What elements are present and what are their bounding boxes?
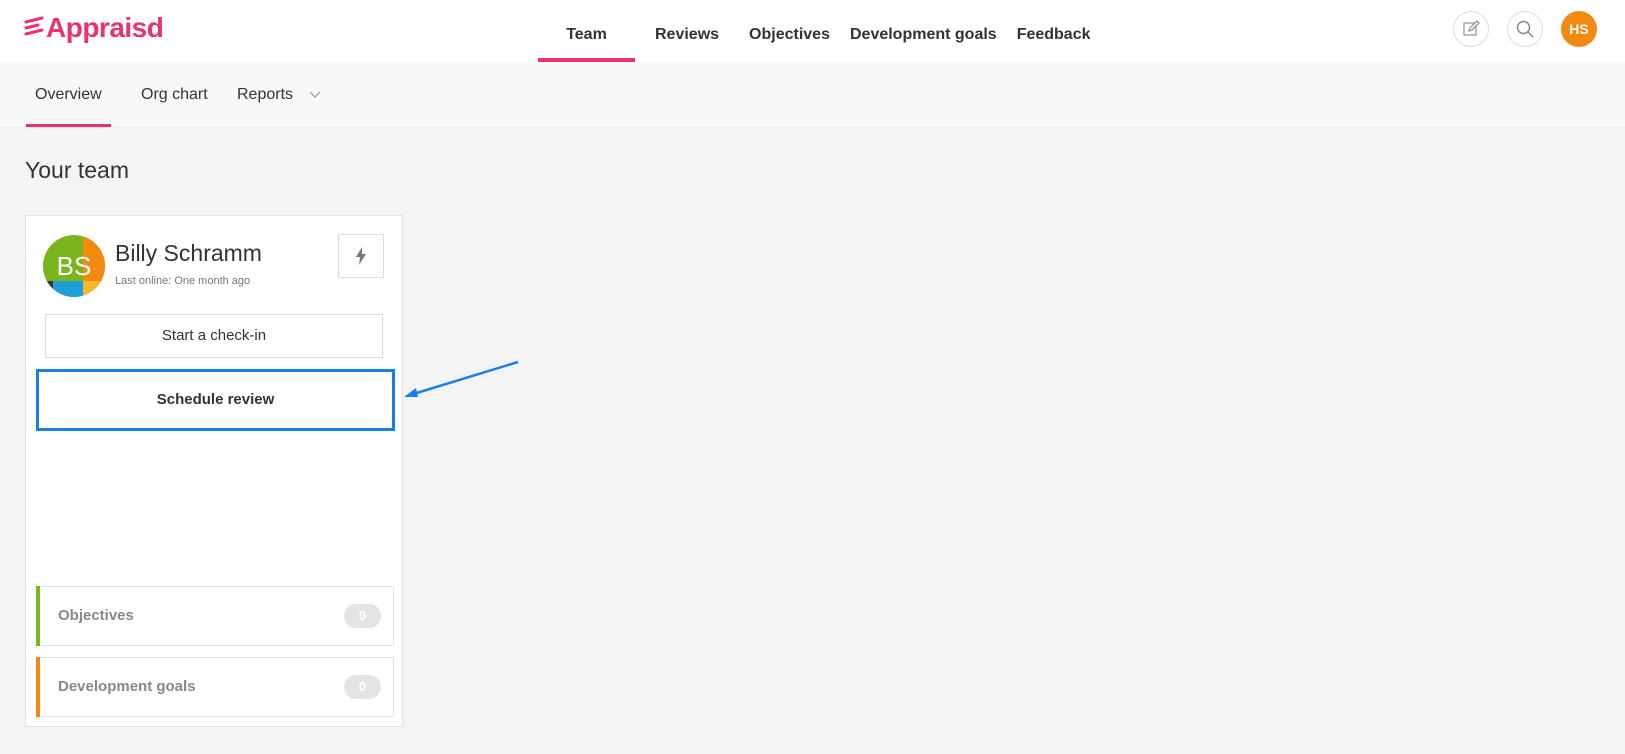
nav-development-goals[interactable]: Development goals [840, 0, 1007, 62]
main-nav: Team Reviews Objectives Development goal… [538, 0, 1101, 62]
development-goals-count-badge: 0 [344, 675, 381, 699]
member-initials: BS [56, 251, 92, 281]
edit-button[interactable] [1453, 11, 1489, 47]
development-goals-label: Development goals [58, 678, 196, 695]
logo-mark-icon [24, 16, 44, 36]
brand-name: Appraisd [46, 12, 164, 43]
app-logo[interactable]: Appraisd [24, 12, 164, 44]
nav-team[interactable]: Team [538, 0, 635, 62]
objectives-label: Objectives [58, 607, 134, 624]
nav-objectives[interactable]: Objectives [739, 0, 840, 62]
sub-nav: Overview Org chart Reports [0, 62, 1625, 128]
objectives-row[interactable]: Objectives 0 [36, 586, 394, 646]
search-button[interactable] [1507, 11, 1543, 47]
top-actions: HS [1453, 11, 1597, 47]
member-name[interactable]: Billy Schramm [115, 240, 262, 267]
development-goals-color-bar [36, 657, 40, 717]
quick-action-button[interactable] [338, 234, 384, 278]
team-member-card: BS Billy Schramm Last online: One month … [25, 215, 403, 727]
objectives-color-bar [36, 586, 40, 646]
subnav-overview[interactable]: Overview [26, 62, 111, 128]
subnav-divider [0, 127, 1625, 128]
member-avatar: BS [43, 235, 105, 297]
subnav-reports-label: Reports [237, 86, 294, 103]
page-title: Your team [25, 157, 129, 183]
annotation-arrow-icon [404, 360, 519, 397]
nav-reviews[interactable]: Reviews [645, 0, 729, 62]
edit-icon [1463, 20, 1480, 36]
schedule-review-button[interactable]: Schedule review [36, 369, 395, 431]
chevron-down-icon [310, 91, 321, 98]
user-avatar[interactable]: HS [1561, 11, 1597, 47]
last-online: Last online: One month ago [115, 275, 251, 287]
start-checkin-button[interactable]: Start a check-in [45, 314, 383, 358]
development-goals-row[interactable]: Development goals 0 [36, 657, 394, 717]
lightning-icon [356, 247, 366, 265]
objectives-count-badge: 0 [344, 604, 381, 628]
top-navbar: Appraisd Team Reviews Objectives Develop… [0, 0, 1625, 62]
subnav-org-chart[interactable]: Org chart [141, 62, 208, 128]
subnav-reports[interactable]: Reports [237, 62, 321, 128]
nav-feedback[interactable]: Feedback [1007, 0, 1101, 62]
search-icon [1516, 20, 1534, 38]
